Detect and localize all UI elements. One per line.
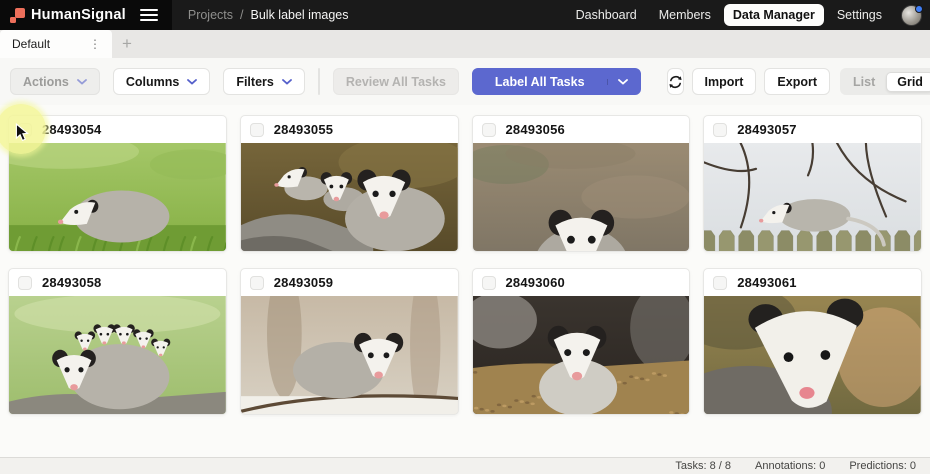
avatar-status-dot (915, 5, 923, 13)
chevron-down-icon (187, 79, 197, 85)
opossum-photo (704, 143, 921, 251)
opossum-photo (241, 143, 458, 251)
nav-dashboard[interactable]: Dashboard (567, 4, 646, 26)
top-bar: HumanSignal Projects / Bulk label images… (0, 0, 930, 30)
opossum-photo (9, 296, 226, 414)
task-id: 28493059 (274, 275, 333, 290)
task-checkbox[interactable] (482, 123, 496, 137)
task-grid: 28493054 28493055 28493056 28493057 28493058… (8, 115, 922, 415)
label-all-tasks-button[interactable]: Label All Tasks (472, 68, 641, 95)
opossum-photo (704, 296, 921, 414)
actions-dropdown[interactable]: Actions (10, 68, 100, 95)
data-manager-content: 28493054 28493055 28493056 28493057 28493058… (0, 105, 930, 457)
predictions-count: Predictions: 0 (849, 460, 916, 472)
nav-data-manager[interactable]: Data Manager (724, 4, 824, 26)
task-checkbox[interactable] (18, 276, 32, 290)
chevron-down-icon (282, 79, 292, 85)
task-card-header: 28493057 (704, 116, 921, 143)
ordering-control: not set (318, 68, 320, 95)
breadcrumb-current-project: Bulk label images (251, 8, 349, 22)
list-view-button[interactable]: List (842, 72, 886, 92)
task-checkbox[interactable] (482, 276, 496, 290)
task-id: 28493056 (506, 122, 565, 137)
grid-view-button[interactable]: Grid (886, 72, 930, 92)
task-card: 28493055 (240, 115, 459, 252)
tasks-count: Tasks: 8 / 8 (675, 460, 731, 472)
tab-kebab-icon[interactable]: ⋮ (86, 37, 104, 51)
task-card: 28493056 (472, 115, 691, 252)
task-checkbox[interactable] (713, 276, 727, 290)
task-id: 28493055 (274, 122, 333, 137)
task-card-header: 28493061 (704, 269, 921, 296)
task-checkbox[interactable] (250, 276, 264, 290)
task-id: 28493058 (42, 275, 101, 290)
task-card-header: 28493054 (9, 116, 226, 143)
toolbar: Actions Columns Filters not set Review A… (0, 58, 930, 105)
task-checkbox[interactable] (18, 123, 32, 137)
task-card: 28493059 (240, 268, 459, 415)
task-card-header: 28493059 (241, 269, 458, 296)
tab-bar: Default ⋮ + (0, 30, 930, 58)
hamburger-menu-icon[interactable] (140, 9, 158, 22)
task-image[interactable] (473, 296, 690, 414)
tab-default[interactable]: Default ⋮ (0, 30, 112, 58)
sync-refresh-icon (668, 75, 683, 89)
annotations-count: Annotations: 0 (755, 460, 825, 472)
humansignal-logo-icon (10, 8, 25, 23)
view-mode-toggle: List Grid (840, 68, 930, 95)
label-all-tasks-dropdown[interactable] (607, 79, 628, 85)
task-card: 28493061 (703, 268, 922, 415)
task-image[interactable] (704, 143, 921, 251)
filters-dropdown[interactable]: Filters (223, 68, 305, 95)
task-card: 28493057 (703, 115, 922, 252)
task-image[interactable] (241, 143, 458, 251)
task-card: 28493054 (8, 115, 227, 252)
refresh-button[interactable] (667, 68, 684, 95)
add-tab-button[interactable]: + (112, 30, 142, 58)
opossum-photo (473, 296, 690, 414)
export-button[interactable]: Export (764, 68, 830, 95)
task-card-header: 28493055 (241, 116, 458, 143)
opossum-photo (9, 143, 226, 251)
breadcrumb-separator: / (240, 8, 243, 22)
tab-label: Default (12, 37, 50, 51)
task-image[interactable] (704, 296, 921, 414)
task-image[interactable] (241, 296, 458, 414)
task-card: 28493058 (8, 268, 227, 415)
ordering-value[interactable]: not set (319, 69, 320, 94)
task-checkbox[interactable] (250, 123, 264, 137)
chevron-down-icon (77, 79, 87, 85)
task-card-header: 28493056 (473, 116, 690, 143)
nav-members[interactable]: Members (650, 4, 720, 26)
chevron-down-icon (618, 79, 628, 85)
task-checkbox[interactable] (713, 123, 727, 137)
review-all-tasks-button[interactable]: Review All Tasks (333, 68, 459, 95)
task-id: 28493054 (42, 122, 101, 137)
logo-text: HumanSignal (31, 7, 126, 23)
user-avatar[interactable] (901, 5, 922, 26)
task-image[interactable] (473, 143, 690, 251)
task-id: 28493057 (737, 122, 796, 137)
columns-dropdown[interactable]: Columns (113, 68, 210, 95)
top-nav: Dashboard Members Data Manager Settings (567, 4, 930, 26)
task-image[interactable] (9, 296, 226, 414)
logo-area: HumanSignal (0, 0, 172, 30)
breadcrumb-projects[interactable]: Projects (188, 8, 233, 22)
task-id: 28493061 (737, 275, 796, 290)
task-card-header: 28493058 (9, 269, 226, 296)
humansignal-logo[interactable]: HumanSignal (10, 7, 126, 23)
opossum-photo (473, 143, 690, 251)
task-id: 28493060 (506, 275, 565, 290)
task-card-header: 28493060 (473, 269, 690, 296)
task-image[interactable] (9, 143, 226, 251)
breadcrumb: Projects / Bulk label images (188, 8, 349, 22)
opossum-photo (241, 296, 458, 414)
task-card: 28493060 (472, 268, 691, 415)
import-button[interactable]: Import (692, 68, 757, 95)
nav-settings[interactable]: Settings (828, 4, 891, 26)
status-bar: Tasks: 8 / 8 Annotations: 0 Predictions:… (0, 457, 930, 474)
